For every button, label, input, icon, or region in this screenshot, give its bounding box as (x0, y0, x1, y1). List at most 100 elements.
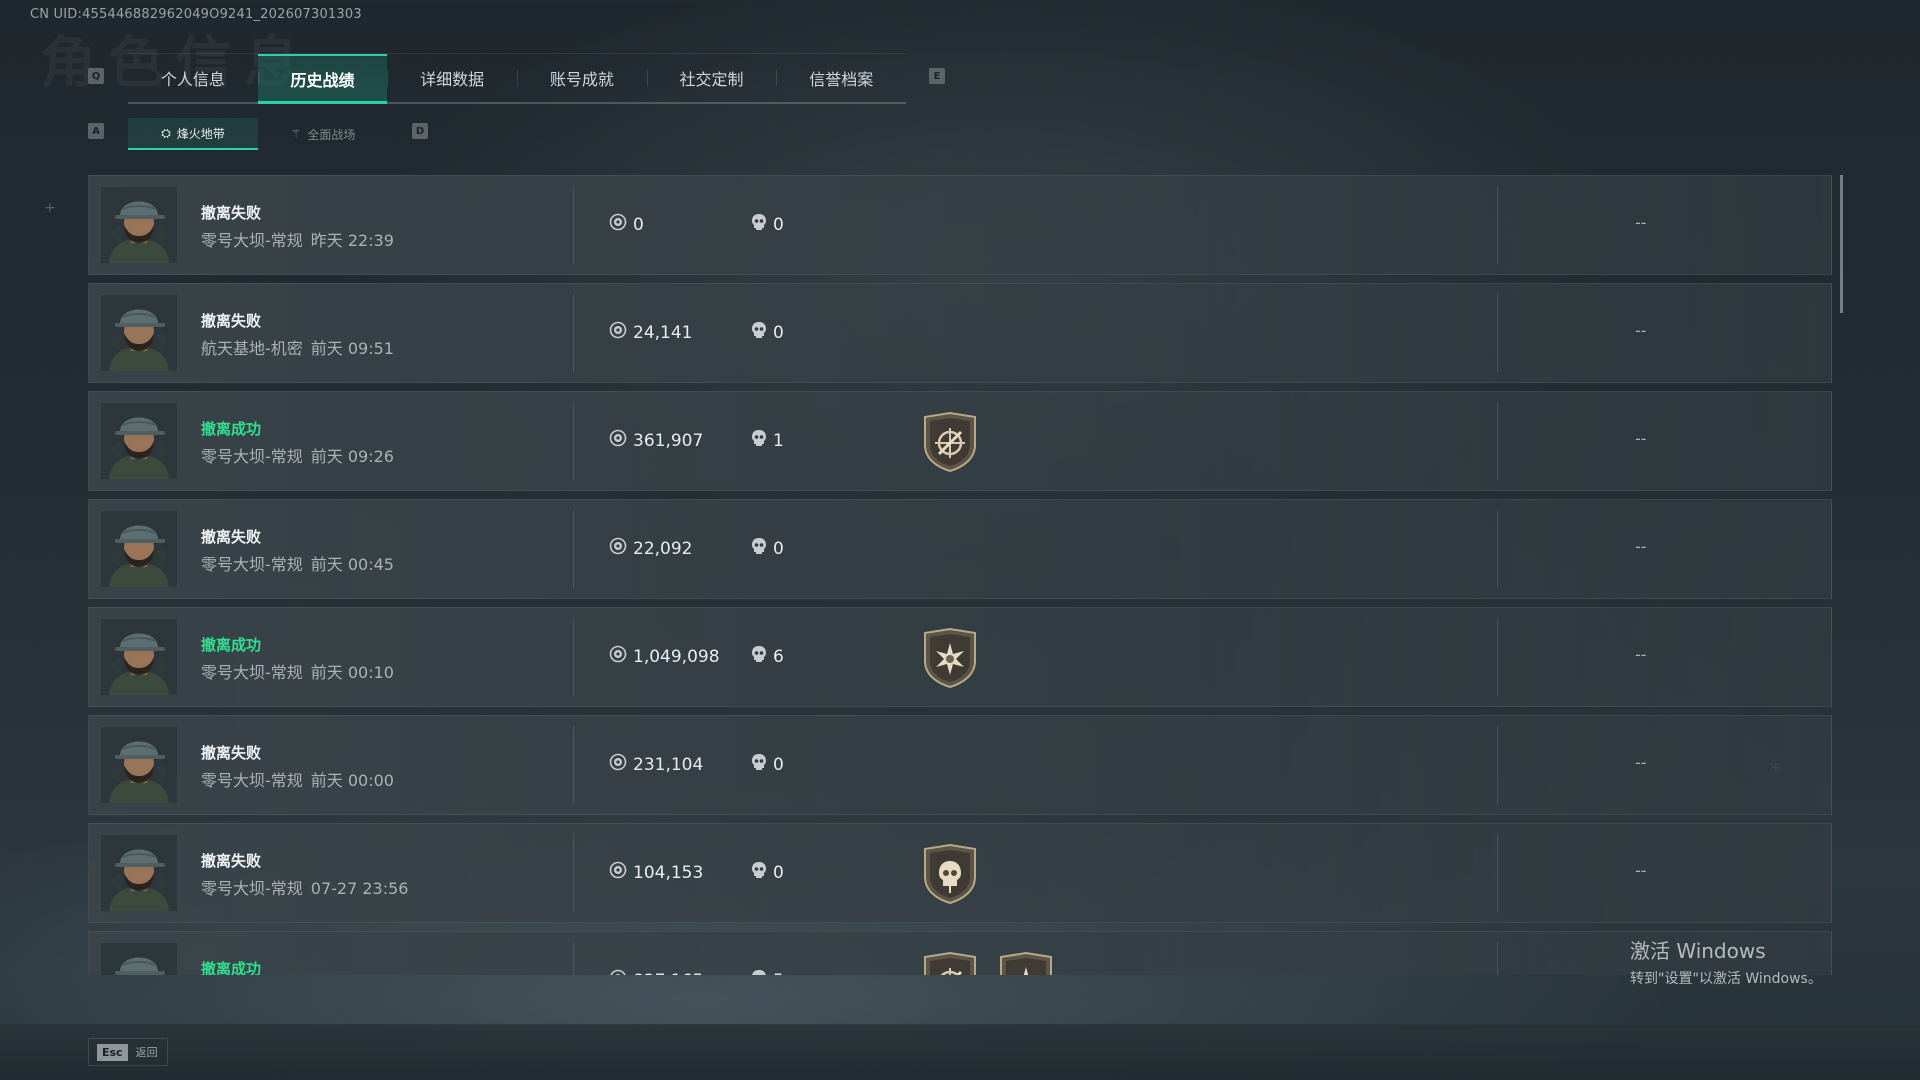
operator-avatar (101, 727, 177, 803)
skull-icon (751, 753, 767, 776)
match-meta: 零号大坝-常规 07-27 23:56 (201, 875, 408, 899)
match-record-row[interactable]: 撤离成功 零号大坝-常规 前天 00:10 1,049,098 6 -- (88, 607, 1832, 707)
burst-badge-icon[interactable] (921, 627, 979, 689)
activation-title: 激活 Windows (1630, 939, 1766, 963)
skull-icon (751, 645, 767, 668)
uid-label: CN UID:455446882962049O9241_202607301303 (30, 7, 362, 22)
tab-1[interactable]: 历史战绩 (257, 54, 388, 104)
extraction-result: 撤离成功 (201, 960, 262, 975)
kill-count: 5 (751, 969, 784, 975)
kill-count: 6 (751, 645, 784, 668)
match-meta: 零号大坝-常规 前天 00:45 (201, 551, 394, 575)
value-icon (609, 429, 627, 452)
tab-5[interactable]: 信誉档案 (776, 54, 906, 102)
tab-next-key[interactable]: E (929, 68, 945, 84)
battlefield-icon: ⚚ (290, 127, 302, 141)
badge-list (921, 843, 979, 905)
divider (1497, 402, 1498, 480)
back-label: 返回 (135, 1046, 158, 1059)
subtab-prev-key[interactable]: A (88, 123, 104, 139)
decor-plus-icon: + (44, 200, 56, 216)
kill-count-text: 6 (773, 646, 784, 667)
extraction-result: 撤离失败 (201, 744, 262, 762)
divider (1497, 618, 1498, 696)
match-time: 前天 09:26 (310, 447, 394, 466)
extraction-result: 撤离成功 (201, 636, 262, 654)
skull-icon (751, 861, 767, 884)
extraction-result: 撤离失败 (201, 852, 262, 870)
match-time: 昨天 22:39 (310, 231, 394, 250)
loot-value: 0 (609, 213, 644, 236)
operator-avatar (101, 943, 177, 975)
tab-0[interactable]: 个人信息 (128, 54, 258, 102)
skull-badge-icon[interactable] (921, 843, 979, 905)
kill-count: 0 (751, 537, 784, 560)
value-icon (609, 645, 627, 668)
match-record-row[interactable]: 撤离失败 零号大坝-常规 昨天 22:39 0 0 -- (88, 175, 1832, 275)
match-time: 07-27 23:56 (310, 879, 409, 898)
kill-count-text: 0 (773, 322, 784, 343)
skull-icon (751, 429, 767, 452)
map-name: 零号大坝-常规 (201, 231, 303, 250)
back-button[interactable]: Esc 返回 (88, 1038, 168, 1066)
skull-icon (751, 969, 767, 975)
match-record-row[interactable]: 撤离成功 零号大坝-常规 前天 09:26 361,907 1 -- (88, 391, 1832, 491)
loot-value-text: 24,141 (633, 322, 693, 343)
windows-activation-watermark: 激活 Windows 转到"设置"以激活 Windows。 (1630, 935, 1822, 988)
divider (573, 402, 574, 480)
extra-info: -- (1635, 213, 1647, 232)
skull-icon (751, 213, 767, 236)
extraction-result: 撤离失败 (201, 528, 262, 546)
crosshair-badge-icon[interactable] (921, 411, 979, 473)
badge-list (921, 411, 979, 473)
match-time: 前天 00:45 (310, 555, 394, 574)
loot-value: 361,907 (609, 429, 703, 452)
mode-tab-1[interactable]: ⚚ 全面战场 (258, 118, 388, 150)
divider (573, 510, 574, 588)
match-record-row[interactable]: 撤离失败 零号大坝-常规 前天 00:00 231,104 0 -- (88, 715, 1832, 815)
activation-subtitle: 转到"设置"以激活 Windows。 (1630, 971, 1822, 987)
operator-avatar (101, 619, 177, 695)
subtab-next-key[interactable]: D (412, 123, 428, 139)
extra-info: -- (1635, 321, 1647, 340)
divider (573, 834, 574, 912)
value-icon (609, 861, 627, 884)
operator-avatar (101, 295, 177, 371)
operator-avatar (101, 835, 177, 911)
extra-info: -- (1635, 861, 1647, 880)
loot-value-text: 0 (633, 214, 644, 235)
extra-info: -- (1635, 429, 1647, 448)
value-icon (609, 321, 627, 344)
tab-2[interactable]: 详细数据 (387, 54, 517, 102)
loot-value-text: 231,104 (633, 754, 704, 775)
burst-badge-icon[interactable] (997, 951, 1055, 975)
match-record-row[interactable]: 撤离失败 航天基地-机密 前天 09:51 24,141 0 -- (88, 283, 1832, 383)
loot-value-text: 1,049,098 (633, 646, 720, 667)
loot-value-text: 361,907 (633, 430, 704, 451)
tab-4[interactable]: 社交定制 (646, 54, 777, 102)
crosshair-badge-icon[interactable] (921, 951, 979, 975)
match-record-row[interactable]: 撤离失败 零号大坝-常规 前天 00:45 22,092 0 -- (88, 499, 1832, 599)
divider (573, 942, 574, 975)
match-record-row[interactable]: 撤离失败 零号大坝-常规 07-27 23:56 104,153 0 -- (88, 823, 1832, 923)
kill-count: 1 (751, 429, 784, 452)
list-scrollbar[interactable] (1840, 175, 1843, 313)
tab-prev-key[interactable]: Q (88, 68, 104, 84)
operator-avatar (101, 511, 177, 587)
match-meta: 零号大坝-常规 昨天 22:39 (201, 227, 394, 251)
match-history-list[interactable]: 撤离失败 零号大坝-常规 昨天 22:39 0 0 -- 撤离失败 航天基地-机… (88, 175, 1832, 975)
badge-list (921, 951, 1055, 975)
operator-avatar (101, 187, 177, 263)
mode-tab-0[interactable]: ⛭ 烽火地带 (128, 118, 258, 150)
loot-value: 22,092 (609, 537, 692, 560)
match-meta: 零号大坝-常规 前天 09:26 (201, 443, 394, 467)
match-time: 前天 00:10 (310, 663, 394, 682)
tab-3[interactable]: 账号成就 (517, 54, 647, 102)
match-record-row[interactable]: 撤离成功 零号大坝-常规07-27 10:25 827,165 5 (88, 931, 1832, 975)
match-time: 前天 00:00 (310, 771, 394, 790)
kill-count: 0 (751, 861, 784, 884)
kill-count: 0 (751, 213, 784, 236)
kill-count-text: 0 (773, 862, 784, 883)
loot-value-text: 827,165 (633, 971, 703, 976)
value-icon (609, 537, 627, 560)
